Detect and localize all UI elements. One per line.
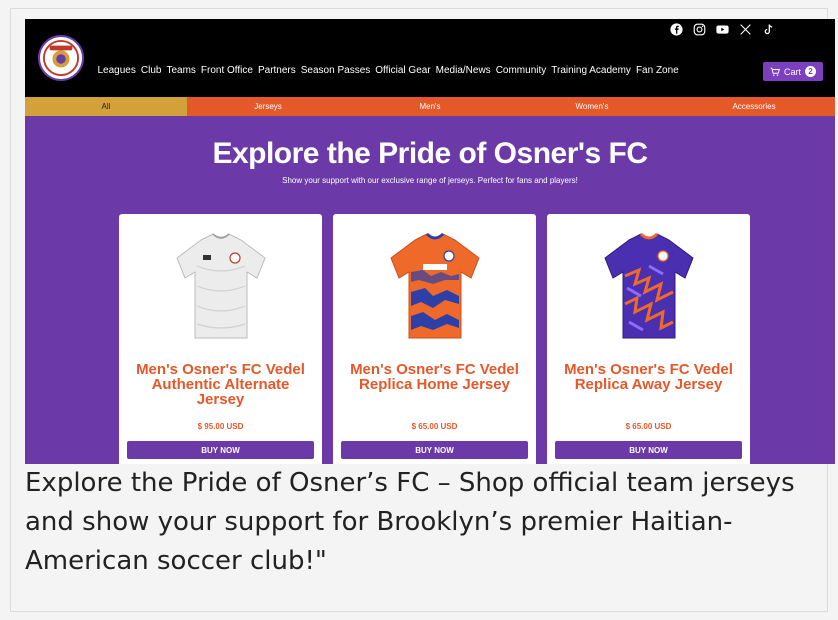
nav-leagues[interactable]: Leagues bbox=[97, 65, 136, 76]
caption-text: Explore the Pride of Osner’s FC – Shop o… bbox=[25, 468, 795, 576]
x-icon[interactable] bbox=[739, 23, 752, 36]
club-crest-icon bbox=[42, 39, 80, 77]
buy-now-button[interactable]: BUY NOW bbox=[555, 441, 742, 459]
orange-jersey-image bbox=[389, 232, 480, 339]
category-jerseys[interactable]: Jerseys bbox=[187, 97, 349, 116]
nav-community[interactable]: Community bbox=[495, 65, 547, 76]
nav-training-academy[interactable]: Training Academy bbox=[551, 65, 632, 76]
white-jersey-image bbox=[175, 233, 266, 339]
top-header: Leagues Club Teams Front Office Partners… bbox=[25, 19, 835, 97]
website-screenshot: Leagues Club Teams Front Office Partners… bbox=[25, 19, 835, 464]
category-bar: All Jerseys Men's Women's Accessories bbox=[25, 97, 835, 116]
product-card: Men's Osner's FC Vedel Replica Away Jers… bbox=[547, 214, 750, 464]
category-accessories[interactable]: Accessories bbox=[673, 97, 835, 116]
nav-media-news[interactable]: Media/News bbox=[435, 65, 491, 76]
buy-now-button[interactable]: BUY NOW bbox=[127, 441, 314, 459]
cart-button[interactable]: Cart 2 bbox=[762, 62, 823, 81]
product-price: $ 65.00 USD bbox=[625, 422, 672, 431]
category-womens[interactable]: Women's bbox=[511, 97, 673, 116]
purple-jersey-image bbox=[603, 232, 694, 339]
nav-club[interactable]: Club bbox=[140, 65, 162, 76]
nav-partners[interactable]: Partners bbox=[257, 65, 296, 76]
category-all[interactable]: All bbox=[25, 97, 187, 116]
product-name[interactable]: Men's Osner's FC Vedel Replica Away Jers… bbox=[555, 362, 742, 392]
product-card: Men's Osner's FC Vedel Replica Home Jers… bbox=[333, 214, 536, 464]
product-name[interactable]: Men's Osner's FC Vedel Authentic Alterna… bbox=[127, 362, 314, 407]
nav-fan-zone[interactable]: Fan Zone bbox=[635, 65, 679, 76]
youtube-icon[interactable] bbox=[716, 23, 729, 36]
product-price: $ 95.00 USD bbox=[197, 422, 244, 431]
product-name[interactable]: Men's Osner's FC Vedel Replica Home Jers… bbox=[341, 362, 528, 392]
product-card: Men's Osner's FC Vedel Authentic Alterna… bbox=[119, 214, 322, 464]
instagram-icon[interactable] bbox=[693, 23, 706, 36]
nav-front-office[interactable]: Front Office bbox=[200, 65, 253, 76]
facebook-icon[interactable] bbox=[670, 23, 683, 36]
category-mens[interactable]: Men's bbox=[349, 97, 511, 116]
social-links bbox=[670, 23, 775, 36]
product-price: $ 65.00 USD bbox=[411, 422, 458, 431]
cart-icon bbox=[770, 67, 780, 76]
main-nav: Leagues Club Teams Front Office Partners… bbox=[97, 65, 679, 76]
club-logo[interactable] bbox=[38, 35, 84, 81]
nav-season-passes[interactable]: Season Passes bbox=[300, 65, 371, 76]
nav-teams[interactable]: Teams bbox=[166, 65, 196, 76]
screenshot-frame: Leagues Club Teams Front Office Partners… bbox=[10, 8, 835, 612]
buy-now-button[interactable]: BUY NOW bbox=[341, 441, 528, 459]
nav-official-gear[interactable]: Official Gear bbox=[375, 65, 431, 76]
cart-count-badge: 2 bbox=[805, 66, 816, 77]
tiktok-icon[interactable] bbox=[762, 23, 775, 36]
hero-subtitle: Show your support with our exclusive ran… bbox=[282, 176, 578, 185]
cart-label: Cart bbox=[783, 66, 801, 77]
hero-title: Explore the Pride of Osner's FC bbox=[212, 137, 648, 170]
